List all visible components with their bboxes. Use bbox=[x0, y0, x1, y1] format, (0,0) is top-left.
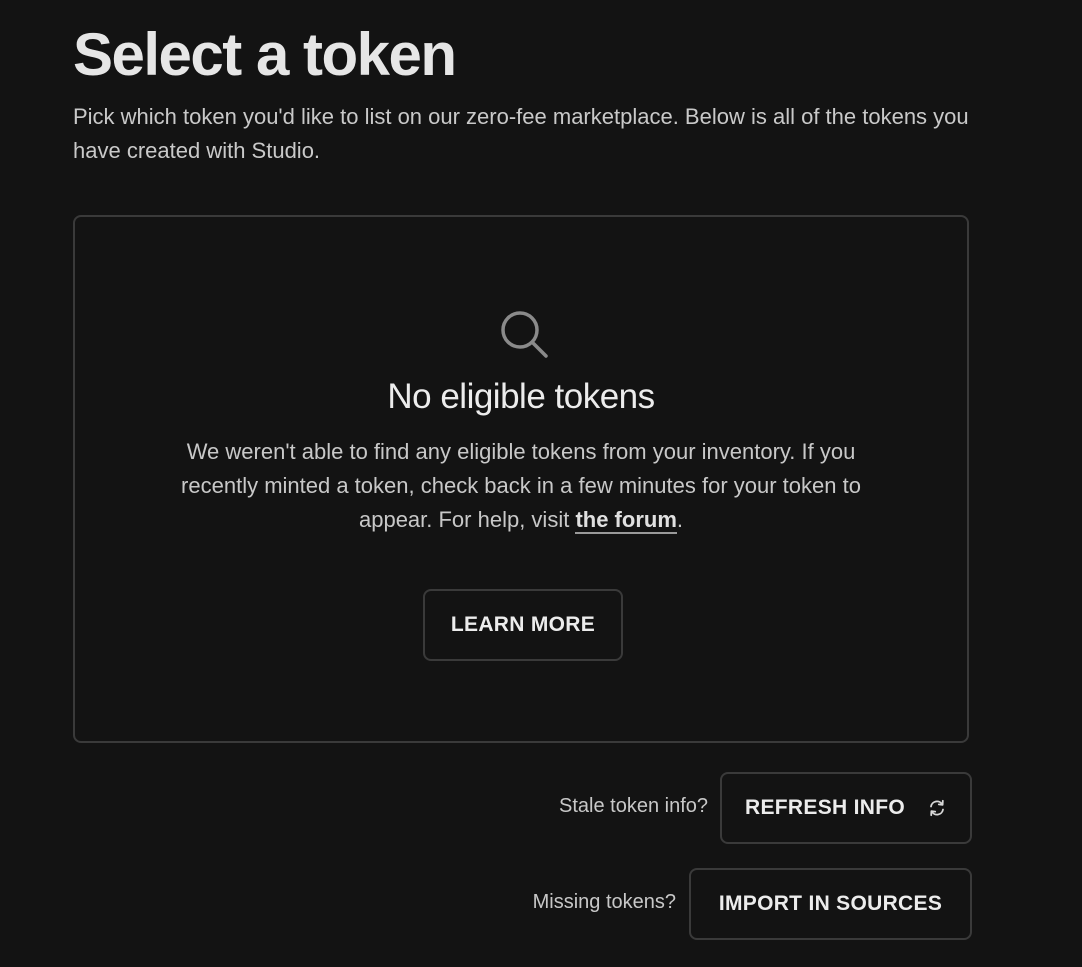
forum-link[interactable]: the forum bbox=[575, 507, 677, 534]
description-period: . bbox=[676, 507, 684, 532]
stale-token-label: Stale token info? bbox=[559, 795, 708, 817]
refresh-icon bbox=[930, 799, 944, 817]
empty-state-card: No eligible tokens We weren't able to fi… bbox=[73, 215, 969, 743]
learn-more-button[interactable]: LEARN MORE bbox=[423, 589, 623, 661]
refresh-info-button[interactable]: REFRESH INFO bbox=[720, 772, 972, 844]
empty-state-title: No eligible tokens bbox=[387, 377, 655, 416]
import-in-sources-button[interactable]: IMPORT IN SOURCES bbox=[689, 868, 972, 940]
description-text: We weren't able to find any eligible tok… bbox=[181, 439, 861, 532]
empty-state-description: We weren't able to find any eligible tok… bbox=[175, 435, 867, 537]
missing-tokens-label: Missing tokens? bbox=[532, 891, 676, 913]
page-subtitle: Pick which token you'd like to list on o… bbox=[73, 104, 969, 163]
search-icon bbox=[501, 311, 548, 358]
page-title: Select a token bbox=[73, 21, 457, 88]
refresh-info-label: REFRESH INFO bbox=[745, 796, 905, 819]
